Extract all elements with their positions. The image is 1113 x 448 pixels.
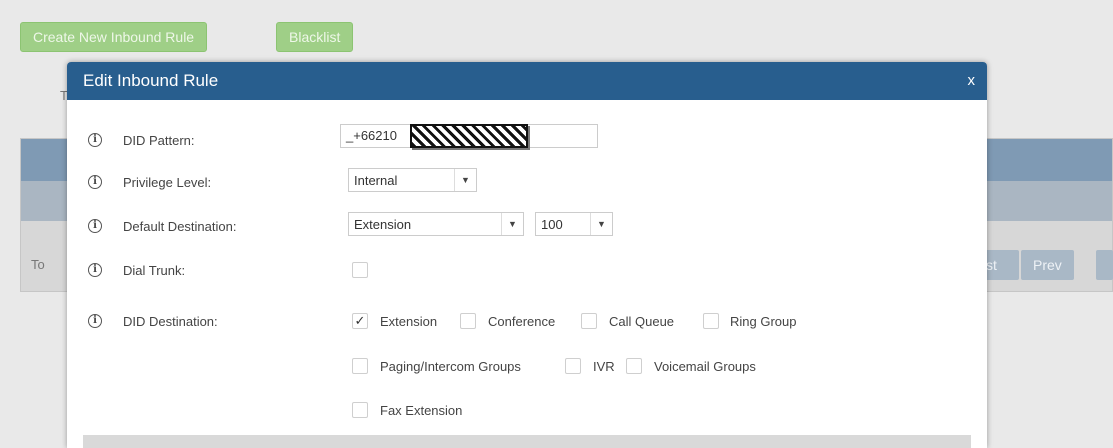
pager-first-button[interactable]: st bbox=[983, 250, 1019, 280]
background-text-to: To bbox=[31, 257, 45, 272]
dial-trunk-checkbox[interactable] bbox=[352, 262, 368, 278]
redaction-mark bbox=[410, 124, 528, 148]
edit-inbound-rule-dialog: Edit Inbound Rule x i DID Pattern: _+662… bbox=[67, 62, 987, 448]
info-icon[interactable]: i bbox=[88, 219, 102, 233]
chevron-down-icon: ▼ bbox=[590, 213, 612, 235]
dialog-header: Edit Inbound Rule x bbox=[67, 62, 987, 100]
extension-checkbox[interactable]: ✓ bbox=[352, 313, 368, 329]
create-new-inbound-rule-button[interactable]: Create New Inbound Rule bbox=[20, 22, 208, 52]
chevron-down-icon: ▼ bbox=[501, 213, 523, 235]
default-destination-select[interactable]: Extension ▼ bbox=[348, 212, 524, 236]
info-icon[interactable]: i bbox=[88, 263, 102, 277]
dialog-footer-bar bbox=[83, 435, 971, 448]
privilege-level-value: Internal bbox=[354, 173, 398, 188]
voicemail-groups-checkbox[interactable] bbox=[626, 358, 642, 374]
info-icon[interactable]: i bbox=[88, 175, 102, 189]
voicemail-groups-option-label: Voicemail Groups bbox=[654, 359, 756, 374]
ring-group-checkbox[interactable] bbox=[703, 313, 719, 329]
did-destination-label: DID Destination: bbox=[123, 314, 218, 329]
privilege-level-label: Privilege Level: bbox=[123, 175, 212, 190]
close-icon[interactable]: x bbox=[968, 72, 976, 89]
chevron-down-icon: ▼ bbox=[454, 169, 476, 191]
pager-prev-button[interactable]: Prev bbox=[1021, 250, 1074, 280]
default-destination-value: Extension bbox=[354, 217, 412, 232]
ivr-checkbox[interactable] bbox=[565, 358, 581, 374]
default-destination-label: Default Destination: bbox=[123, 219, 237, 234]
call-queue-checkbox[interactable] bbox=[581, 313, 597, 329]
fax-extension-option-label: Fax Extension bbox=[380, 403, 463, 418]
call-queue-option-label: Call Queue bbox=[609, 314, 675, 329]
info-icon[interactable]: i bbox=[88, 314, 102, 328]
info-icon[interactable]: i bbox=[88, 133, 102, 147]
ivr-option-label: IVR bbox=[593, 359, 615, 374]
dialog-title: Edit Inbound Rule bbox=[83, 71, 219, 90]
paging-intercom-groups-option-label: Paging/Intercom Groups bbox=[380, 359, 521, 374]
did-pattern-label: DID Pattern: bbox=[123, 133, 195, 148]
fax-extension-checkbox[interactable] bbox=[352, 402, 368, 418]
default-destination-extension-value: 100 bbox=[541, 217, 563, 232]
dial-trunk-label: Dial Trunk: bbox=[123, 263, 186, 278]
pager-next-button[interactable] bbox=[1096, 250, 1113, 280]
extension-option-label: Extension bbox=[380, 314, 438, 329]
conference-option-label: Conference bbox=[488, 314, 556, 329]
conference-checkbox[interactable] bbox=[460, 313, 476, 329]
paging-intercom-groups-checkbox[interactable] bbox=[352, 358, 368, 374]
ring-group-option-label: Ring Group bbox=[730, 314, 797, 329]
default-destination-extension-select[interactable]: 100 ▼ bbox=[535, 212, 613, 236]
privilege-level-select[interactable]: Internal ▼ bbox=[348, 168, 477, 192]
blacklist-button[interactable]: Blacklist bbox=[276, 22, 354, 52]
